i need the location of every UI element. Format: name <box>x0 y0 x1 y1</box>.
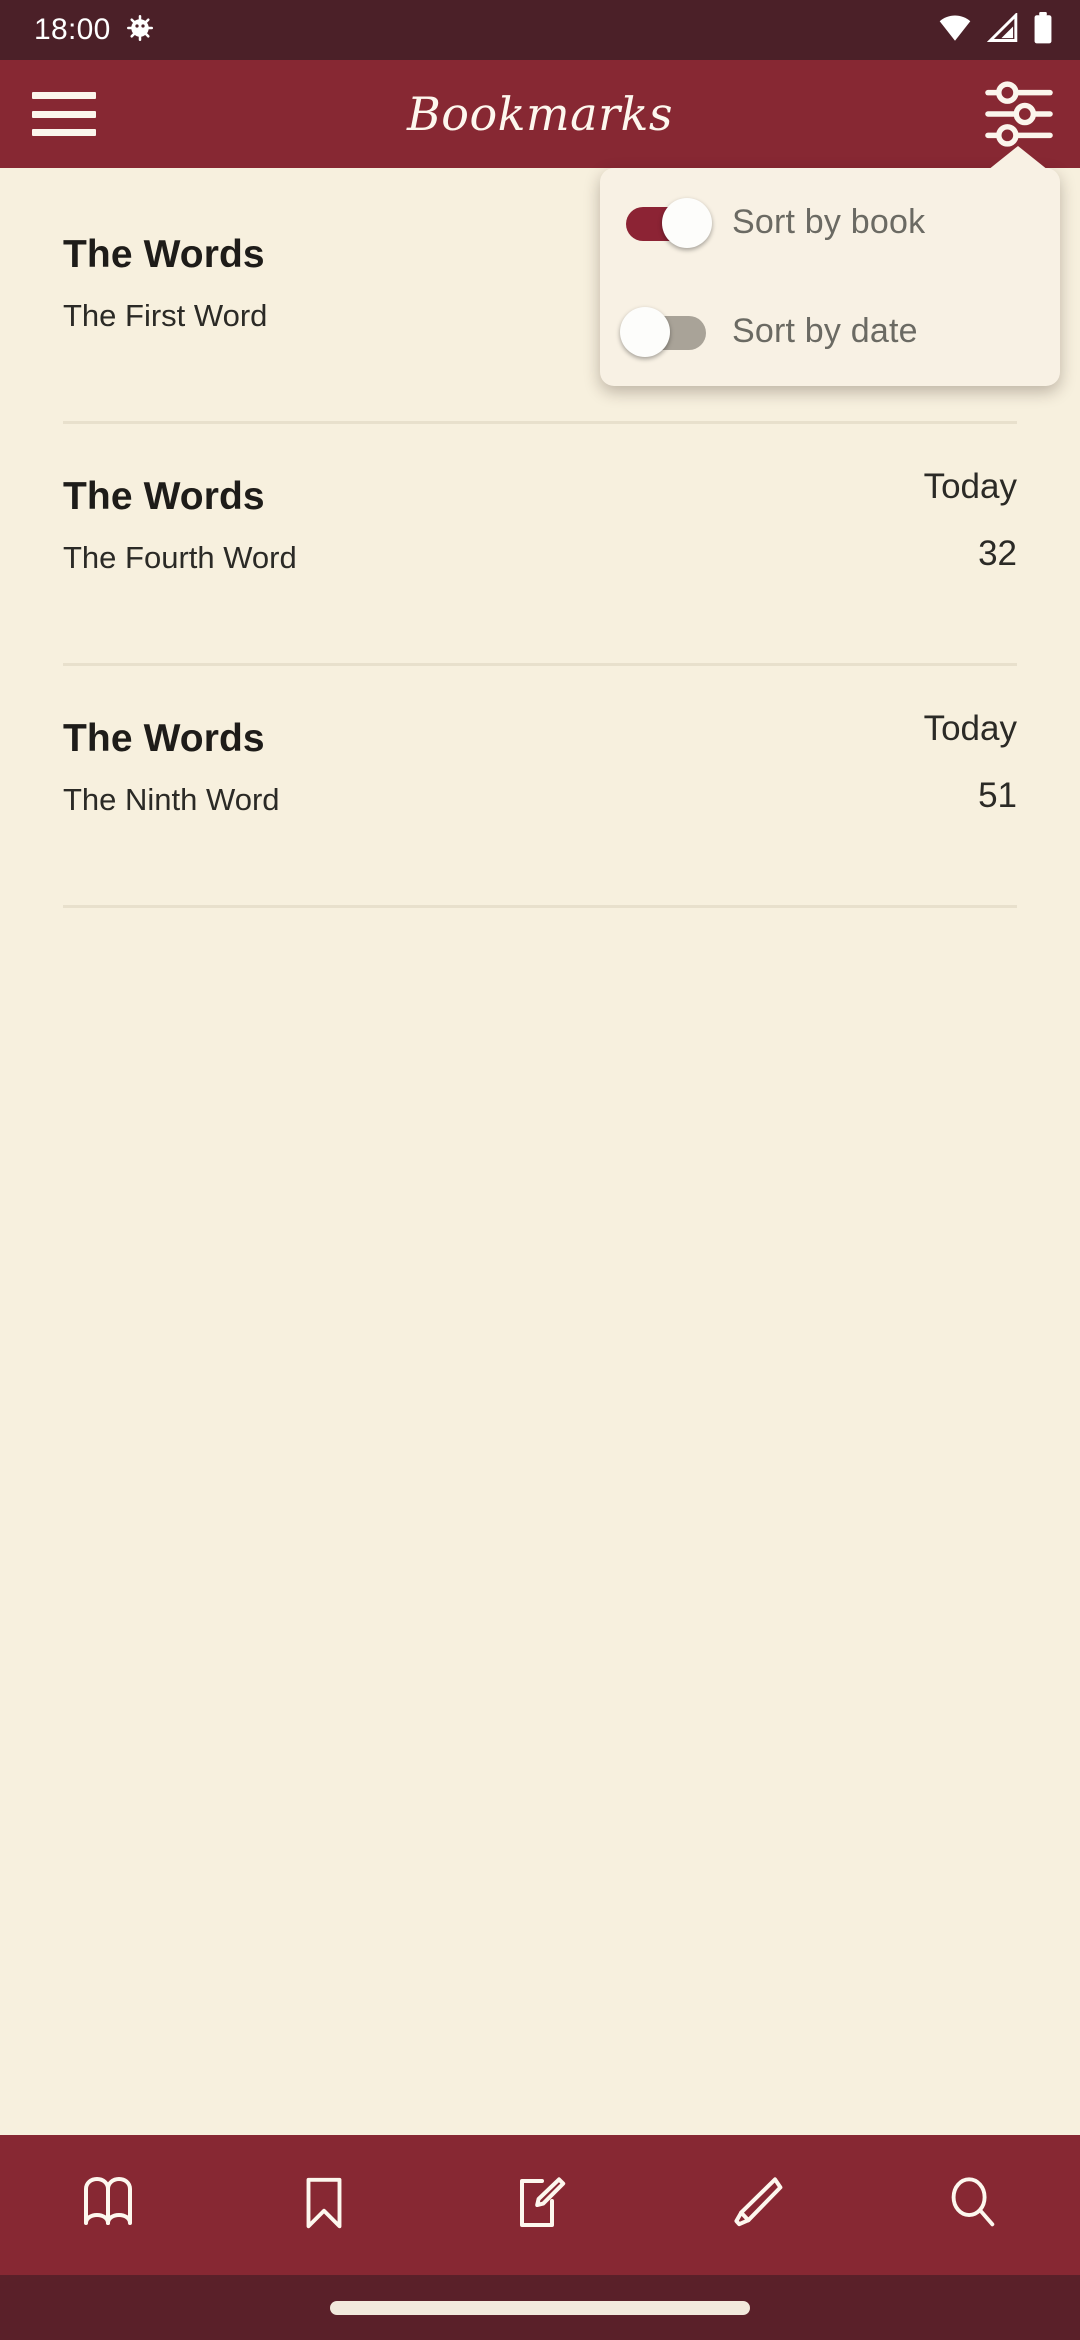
hamburger-line <box>32 110 96 118</box>
list-item-date: Today <box>923 709 1017 748</box>
sort-by-book-label: Sort by book <box>732 203 926 241</box>
cellular-signal-icon <box>986 11 1018 48</box>
status-bar-left: 18:00 <box>34 13 155 48</box>
list-divider <box>63 905 1017 908</box>
sort-by-book-toggle[interactable] <box>622 195 714 251</box>
status-bar-clock: 18:00 <box>34 13 111 46</box>
status-bar-right <box>938 11 1054 49</box>
bookmark-list: The Words The First Word The Words The F… <box>0 168 1080 2135</box>
list-item-title: The Words <box>63 717 265 760</box>
list-item-text: The Words The Fourth Word <box>63 424 897 575</box>
gesture-pill[interactable] <box>330 2300 750 2315</box>
list-item-count: 32 <box>978 533 1017 573</box>
nav-notes-button[interactable] <box>432 2135 648 2275</box>
list-item-text: The Words The Ninth Word <box>63 666 897 817</box>
search-icon <box>941 2172 1003 2239</box>
sort-menu-panel: Sort by book Sort by date <box>600 168 1060 386</box>
menu-caret <box>988 146 1048 170</box>
sort-by-date-label: Sort by date <box>732 312 918 350</box>
nav-bookmarks-button[interactable] <box>216 2135 432 2275</box>
hamburger-menu-icon[interactable] <box>32 86 96 142</box>
sort-by-date-item[interactable]: Sort by date <box>600 280 1060 384</box>
list-item[interactable]: The Words The Fourth Word Today 32 <box>0 424 1080 666</box>
nav-library-button[interactable] <box>0 2135 216 2275</box>
bug-icon <box>125 13 155 48</box>
tune-sliders-icon[interactable] <box>980 78 1058 150</box>
list-item[interactable]: The Words The Ninth Word Today 51 <box>0 666 1080 908</box>
page-title: Bookmarks <box>406 87 674 141</box>
list-item-subtitle: The Ninth Word <box>63 781 280 817</box>
sort-menu: Sort by book Sort by date <box>600 146 1060 386</box>
note-edit-icon <box>508 2171 572 2240</box>
hamburger-line <box>32 129 96 136</box>
highlighter-icon <box>724 2171 788 2240</box>
toggle-knob <box>662 197 712 248</box>
sort-by-book-item[interactable]: Sort by book <box>600 171 1060 275</box>
wifi-icon <box>938 13 972 48</box>
list-item-title: The Words <box>63 475 265 518</box>
status-bar: 18:00 <box>0 0 1080 60</box>
list-item-count: 51 <box>978 775 1017 815</box>
library-book-icon <box>76 2171 140 2240</box>
list-item-date: Today <box>923 467 1017 506</box>
list-item-subtitle: The Fourth Word <box>63 539 297 575</box>
sort-by-date-toggle[interactable] <box>620 304 714 360</box>
battery-icon <box>1032 11 1054 49</box>
app-screen: 18:00 Bookmarks The Words The First Word… <box>0 0 1080 2340</box>
hamburger-line <box>32 92 96 99</box>
list-item-meta: Today 32 <box>897 424 1017 573</box>
toggle-knob <box>620 306 670 357</box>
app-bar: Bookmarks <box>0 60 1080 168</box>
nav-highlights-button[interactable] <box>648 2135 864 2275</box>
bookmark-icon <box>293 2172 355 2239</box>
gesture-navigation-bar <box>0 2275 1080 2340</box>
bottom-navigation-bar <box>0 2135 1080 2275</box>
nav-search-button[interactable] <box>864 2135 1080 2275</box>
list-item-meta: Today 51 <box>897 666 1017 815</box>
